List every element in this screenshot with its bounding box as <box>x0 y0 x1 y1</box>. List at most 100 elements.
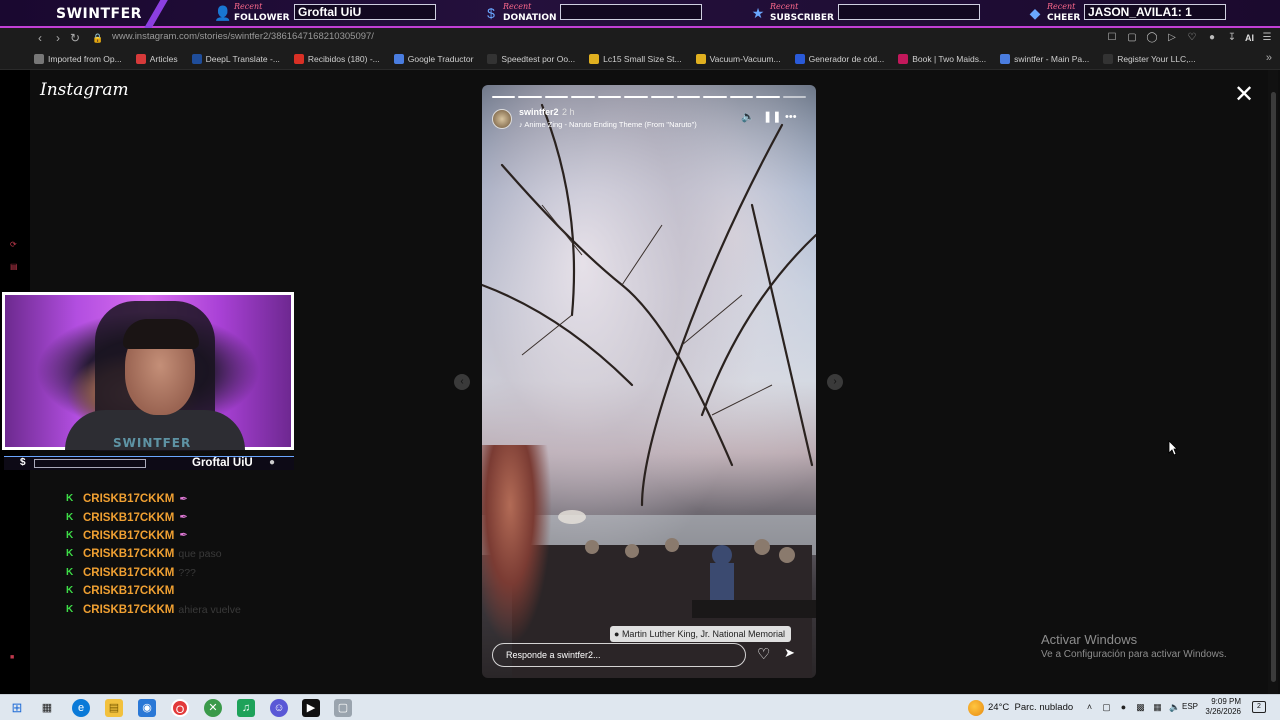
file-explorer-icon[interactable]: ▤ <box>105 699 123 717</box>
bookmark-label: Book | Two Maids... <box>912 53 987 64</box>
chat-username: CRISKB17CKKM <box>83 548 175 561</box>
task-view-icon[interactable]: ▦ <box>38 699 56 717</box>
story-progress-bar <box>492 96 807 98</box>
recent-label: Recent <box>234 2 263 11</box>
progress-segment <box>676 96 701 98</box>
generator-icon <box>794 53 805 64</box>
terminal-icon[interactable]: ▶ <box>302 699 320 717</box>
person-foreground <box>482 445 552 645</box>
bookmark-item[interactable]: swintfer - Main Pa... <box>1000 53 1089 64</box>
next-story-icon[interactable]: › <box>827 374 843 390</box>
articles-icon <box>135 53 146 64</box>
latest-follower-name: Groftal UiU <box>192 457 253 469</box>
microphone-icon[interactable]: ● <box>1118 700 1129 714</box>
subscriber-value <box>838 4 980 20</box>
previous-story-icon[interactable]: ‹ <box>454 374 470 390</box>
bookmark-label: Google Traductor <box>407 53 474 64</box>
bookmark-item[interactable]: Vacuum-Vacuum... <box>695 53 781 64</box>
chevron-up-icon[interactable]: ˄ <box>1084 700 1095 714</box>
page-scrollbar[interactable] <box>1268 70 1278 694</box>
spotify-icon[interactable]: ♫ <box>237 699 255 717</box>
edge-icon[interactable]: e <box>72 699 90 717</box>
lock-icon[interactable]: 🔒 <box>90 30 106 46</box>
scrollbar-thumb[interactable] <box>1271 92 1276 682</box>
progress-segment <box>518 96 542 98</box>
bookmark-item[interactable]: Generador de cód... <box>794 53 884 64</box>
play-icon[interactable]: ▷ <box>1165 30 1179 46</box>
kick-badge-icon: K <box>66 511 74 523</box>
chat-message: K CRISKB17CKKM ahiera vuelve <box>66 600 326 618</box>
forward-icon[interactable]: › <box>50 30 66 46</box>
reply-input[interactable]: Responde a swintfer2... <box>492 643 746 667</box>
weather-text: Parc. nublado <box>1014 702 1074 713</box>
chat-text: ahiera vuelve <box>178 603 241 616</box>
volume-icon[interactable]: 🔈 <box>1169 700 1180 714</box>
pause-icon[interactable]: ❚❚ <box>763 111 781 123</box>
bookmark-item[interactable]: Google Traductor <box>393 53 474 64</box>
monitor-icon[interactable]: ▩ <box>1135 700 1146 714</box>
bookmark-item[interactable]: Articles <box>135 53 178 64</box>
clock[interactable]: 9:09 PM 3/26/2026 <box>1205 697 1241 717</box>
bits-icon: ◆ <box>1029 5 1041 21</box>
url-field[interactable]: www.instagram.com/stories/swintfer2/3861… <box>112 31 374 42</box>
cheer-label: CHEER <box>1047 13 1081 23</box>
notification-icon[interactable]: 2 <box>1252 701 1266 713</box>
recent-subscriber-widget: ★ Recent SUBSCRIBER <box>750 2 990 26</box>
bookmark-label: Register Your LLC,... <box>1117 53 1196 64</box>
profile-icon[interactable]: ● <box>1205 30 1219 46</box>
chat-message: K CRISKB17CKKM que paso <box>66 545 326 563</box>
heart-icon[interactable]: ♡ <box>1185 30 1199 46</box>
xbox-icon[interactable]: ✕ <box>204 699 222 717</box>
story-avatar[interactable] <box>492 109 512 129</box>
lc15-icon <box>589 53 600 64</box>
opera-icon[interactable]: O <box>171 699 189 717</box>
instagram-logo[interactable]: Instagram <box>40 80 129 100</box>
more-bookmarks-icon[interactable]: » <box>1266 52 1272 64</box>
back-icon[interactable]: ‹ <box>32 30 48 46</box>
network-icon[interactable]: ▦ <box>1152 700 1163 714</box>
clock-date: 3/26/2026 <box>1205 707 1241 716</box>
battery-icon[interactable]: ▢ <box>1101 700 1112 714</box>
user-icon: ● <box>269 457 276 468</box>
screenshot-icon[interactable]: ▢ <box>1125 30 1139 46</box>
app-icon[interactable]: ◉ <box>138 699 156 717</box>
ai-button[interactable]: AI <box>1245 30 1254 46</box>
bookmark-item[interactable]: DeepL Translate -... <box>191 53 280 64</box>
progress-segment <box>492 96 516 98</box>
bookmark-item[interactable]: Recibidos (180) -... <box>293 53 380 64</box>
close-icon[interactable]: ✕ <box>1233 83 1255 107</box>
more-options-icon[interactable]: ••• <box>785 111 797 123</box>
like-heart-icon[interactable]: ♡ <box>757 645 770 663</box>
shield-icon[interactable]: ◯ <box>1145 30 1159 46</box>
bookmark-item[interactable]: Imported from Op... <box>34 53 122 64</box>
menu-icon[interactable]: ☰ <box>1260 30 1274 46</box>
download-icon[interactable]: ↧ <box>1225 30 1239 46</box>
chat-username: CRISKB17CKKM <box>83 529 175 542</box>
small-logo-icon: ■ <box>10 654 15 661</box>
kick-badge-icon: K <box>66 585 74 597</box>
streamer-hair <box>123 319 199 349</box>
windows-start-icon[interactable]: ⊞ <box>8 699 26 717</box>
kick-badge-icon: K <box>66 529 74 541</box>
location-sticker[interactable]: ● Martin Luther King, Jr. National Memor… <box>610 626 792 642</box>
discord-icon[interactable]: ☺ <box>270 699 288 717</box>
weather-widget[interactable]: 24°C Parc. nublado <box>988 702 1073 713</box>
language-indicator[interactable]: ESP <box>1182 702 1198 711</box>
weather-icon[interactable] <box>968 700 984 716</box>
bookmark-item[interactable]: Speedtest por Oo... <box>487 53 575 64</box>
window-app-icon[interactable]: ▢ <box>334 699 352 717</box>
story-music[interactable]: ♪ Anime Zing - Naruto Ending Theme (From… <box>519 120 697 129</box>
bookmark-item[interactable]: Book | Two Maids... <box>898 53 987 64</box>
progress-segment <box>703 96 727 98</box>
story-viewer[interactable]: swintfer2 2 h ♪ Anime Zing - Naruto Endi… <box>482 85 816 678</box>
bookmark-icon[interactable]: ☐ <box>1105 30 1119 46</box>
donation-value <box>560 4 702 20</box>
story-username[interactable]: swintfer2 <box>519 107 559 117</box>
bookmark-item[interactable]: Lc15 Small Size St... <box>589 53 682 64</box>
send-icon[interactable]: ➤ <box>784 645 795 661</box>
follower-label: FOLLOWER <box>234 13 290 23</box>
reload-icon[interactable]: ↻ <box>67 30 83 46</box>
stream-overlay-bar: SWINTFER 👤 Recent FOLLOWER Groftal UiU $… <box>0 0 1280 28</box>
mute-icon[interactable]: 🔈 <box>741 111 755 123</box>
bookmark-item[interactable]: Register Your LLC,... <box>1103 53 1196 64</box>
